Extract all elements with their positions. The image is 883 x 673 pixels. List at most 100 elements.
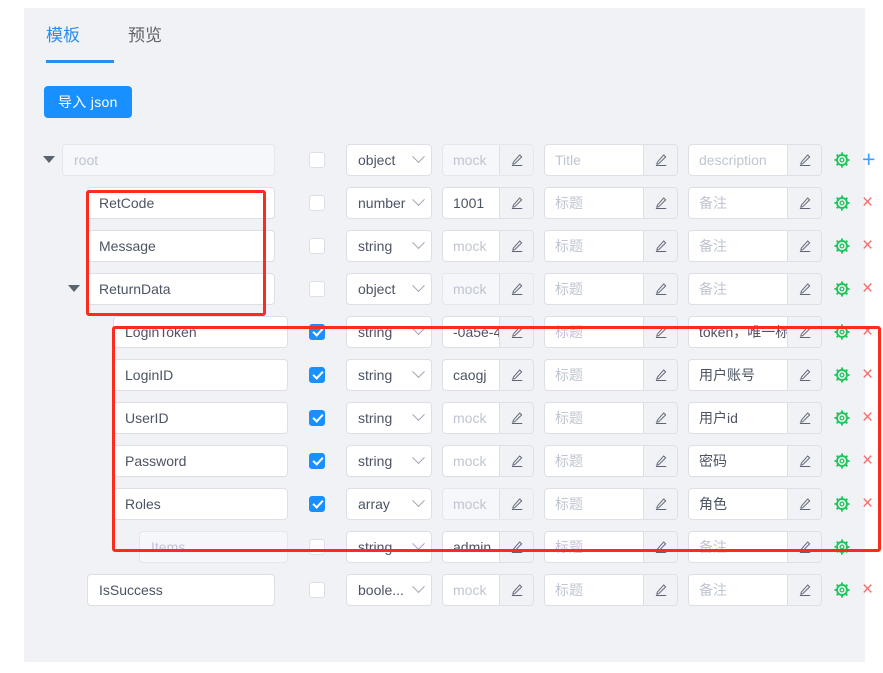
pencil-icon[interactable] (499, 531, 533, 562)
pencil-icon[interactable] (499, 488, 533, 519)
pencil-icon[interactable] (787, 144, 821, 175)
checkbox-checked[interactable] (309, 409, 325, 426)
type-select[interactable]: string (346, 358, 432, 391)
type-select[interactable]: string (346, 444, 432, 477)
type-select[interactable]: object (346, 143, 432, 176)
pencil-icon[interactable] (643, 273, 677, 304)
required-checkbox-cell[interactable] (309, 323, 326, 340)
description-input[interactable]: 备注 (689, 532, 787, 562)
pencil-icon[interactable] (499, 187, 533, 218)
remove-row-icon[interactable]: × (862, 408, 873, 427)
title-input[interactable]: 标题 (545, 575, 643, 605)
checkbox-unchecked[interactable] (309, 538, 325, 555)
tab-preview[interactable]: 预览 (128, 8, 162, 64)
required-checkbox-cell[interactable] (309, 280, 326, 297)
pencil-icon[interactable] (643, 359, 677, 390)
pencil-icon[interactable] (643, 445, 677, 476)
pencil-icon[interactable] (787, 359, 821, 390)
required-checkbox-cell[interactable] (309, 581, 326, 598)
pencil-icon[interactable] (787, 574, 821, 605)
mock-value-input[interactable]: admin (443, 532, 499, 562)
title-input[interactable]: 标题 (545, 532, 643, 562)
mock-value-input[interactable]: mock (443, 231, 499, 261)
pencil-icon[interactable] (787, 273, 821, 304)
add-child-icon[interactable]: + (862, 148, 875, 171)
pencil-icon[interactable] (787, 488, 821, 519)
mock-value-input[interactable]: -0a5e-4 (443, 317, 499, 347)
required-checkbox-cell[interactable] (309, 452, 326, 469)
title-input[interactable]: 标题 (545, 403, 643, 433)
pencil-icon[interactable] (787, 531, 821, 562)
type-select[interactable]: string (346, 530, 432, 563)
pencil-icon[interactable] (643, 488, 677, 519)
field-name-input[interactable]: LoginToken (113, 315, 288, 348)
description-input[interactable]: 备注 (689, 575, 787, 605)
required-checkbox-cell[interactable] (309, 237, 326, 254)
expand-toggle-slot[interactable] (63, 285, 85, 292)
expand-toggle-slot[interactable] (38, 156, 60, 163)
mock-value-input[interactable]: mock (443, 403, 499, 433)
gear-icon[interactable] (834, 280, 850, 297)
checkbox-checked[interactable] (309, 323, 325, 340)
gear-icon[interactable] (834, 151, 850, 168)
title-input[interactable]: Title (545, 145, 643, 175)
pencil-icon[interactable] (643, 531, 677, 562)
checkbox-unchecked[interactable] (309, 151, 325, 168)
gear-icon[interactable] (834, 538, 850, 555)
type-select[interactable]: number (346, 186, 432, 219)
pencil-icon[interactable] (643, 187, 677, 218)
field-name-input[interactable]: ReturnData (87, 272, 275, 305)
remove-row-icon[interactable]: × (862, 494, 873, 513)
gear-icon[interactable] (834, 323, 850, 340)
remove-row-icon[interactable]: × (862, 279, 873, 298)
required-checkbox-cell[interactable] (309, 538, 326, 555)
pencil-icon[interactable] (499, 402, 533, 433)
checkbox-unchecked[interactable] (309, 280, 325, 297)
required-checkbox-cell[interactable] (309, 194, 326, 211)
checkbox-unchecked[interactable] (309, 581, 325, 598)
type-select[interactable]: string (346, 315, 432, 348)
field-name-input[interactable]: LoginID (113, 358, 288, 391)
pencil-icon[interactable] (499, 359, 533, 390)
required-checkbox-cell[interactable] (309, 366, 326, 383)
gear-icon[interactable] (834, 581, 850, 598)
pencil-icon[interactable] (643, 144, 677, 175)
caret-down-icon[interactable] (68, 285, 80, 292)
pencil-icon[interactable] (499, 230, 533, 261)
remove-row-icon[interactable]: × (862, 451, 873, 470)
pencil-icon[interactable] (499, 574, 533, 605)
remove-row-icon[interactable]: × (862, 322, 873, 341)
pencil-icon[interactable] (643, 316, 677, 347)
pencil-icon[interactable] (643, 574, 677, 605)
type-select[interactable]: array (346, 487, 432, 520)
required-checkbox-cell[interactable] (309, 495, 326, 512)
checkbox-checked[interactable] (309, 452, 325, 469)
gear-icon[interactable] (834, 409, 850, 426)
mock-value-input[interactable]: caogj (443, 360, 499, 390)
required-checkbox-cell[interactable] (309, 409, 326, 426)
field-name-input[interactable]: RetCode (87, 186, 275, 219)
field-name-input[interactable]: IsSuccess (87, 573, 275, 606)
title-input[interactable]: 标题 (545, 489, 643, 519)
pencil-icon[interactable] (787, 187, 821, 218)
pencil-icon[interactable] (499, 316, 533, 347)
gear-icon[interactable] (834, 452, 850, 469)
caret-down-icon[interactable] (43, 156, 55, 163)
gear-icon[interactable] (834, 237, 850, 254)
description-input[interactable]: 备注 (689, 188, 787, 218)
checkbox-checked[interactable] (309, 495, 325, 512)
title-input[interactable]: 标题 (545, 274, 643, 304)
type-select[interactable]: string (346, 401, 432, 434)
description-input[interactable]: 用户id (689, 403, 787, 433)
remove-row-icon[interactable]: × (862, 580, 873, 599)
title-input[interactable]: 标题 (545, 188, 643, 218)
title-input[interactable]: 标题 (545, 446, 643, 476)
description-input[interactable]: 用户账号 (689, 360, 787, 390)
mock-value-input[interactable]: mock (443, 575, 499, 605)
pencil-icon[interactable] (643, 230, 677, 261)
title-input[interactable]: 标题 (545, 231, 643, 261)
pencil-icon[interactable] (499, 144, 533, 175)
gear-icon[interactable] (834, 366, 850, 383)
pencil-icon[interactable] (499, 445, 533, 476)
gear-icon[interactable] (834, 495, 850, 512)
